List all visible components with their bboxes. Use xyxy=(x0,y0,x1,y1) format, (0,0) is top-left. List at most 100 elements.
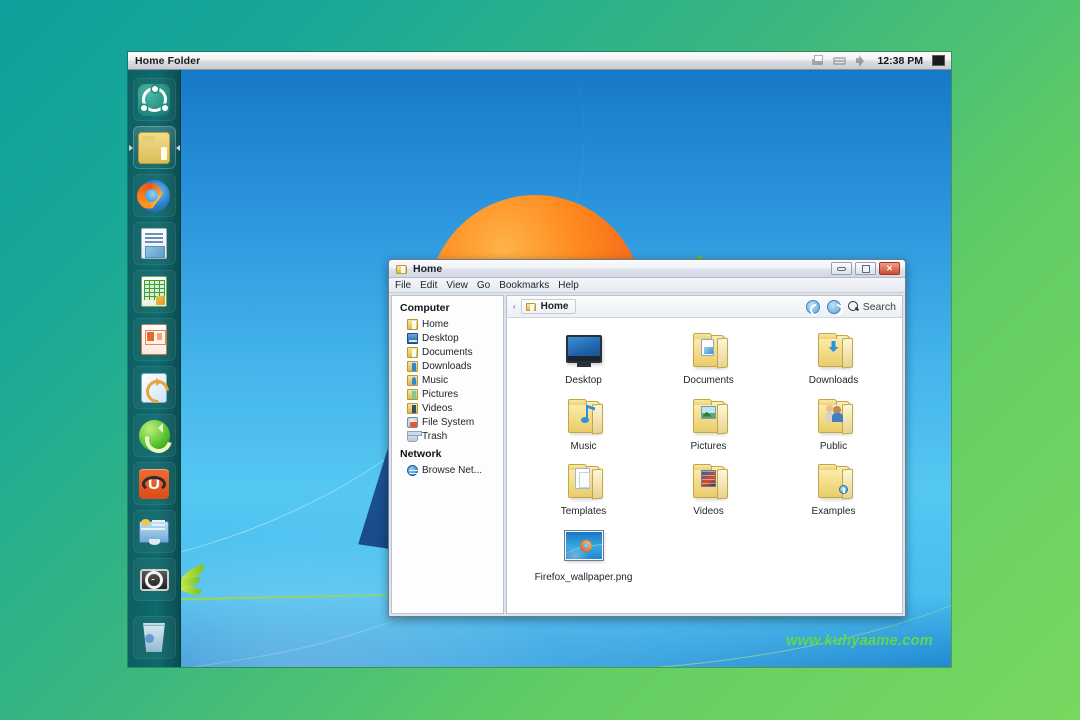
forward-button[interactable] xyxy=(826,299,841,314)
sidebar-item-downloads[interactable]: Downloads xyxy=(392,359,503,373)
file-item-templates[interactable]: Templates xyxy=(521,463,646,518)
maximize-button[interactable] xyxy=(855,262,876,275)
network-icon xyxy=(407,464,418,476)
public-folder-icon xyxy=(812,398,856,438)
clock[interactable]: 12:38 PM xyxy=(877,55,923,67)
file-item-label: Documents xyxy=(683,375,734,386)
unity-launcher-dock xyxy=(128,70,181,667)
file-item-firefox-wallpaper[interactable]: Firefox_wallpaper.png xyxy=(521,529,646,584)
file-view-pane[interactable]: ‹ Home Search Desktop Documents Download… xyxy=(506,295,903,614)
dock-item-software-updater[interactable] xyxy=(132,414,176,457)
menu-go[interactable]: Go xyxy=(477,280,490,291)
menu-view[interactable]: View xyxy=(446,280,468,291)
breadcrumb-prev-arrow[interactable]: ‹ xyxy=(513,302,516,311)
sidebar-item-videos[interactable]: Videos xyxy=(392,401,503,415)
menu-help[interactable]: Help xyxy=(558,280,579,291)
file-item-videos[interactable]: Videos xyxy=(646,463,771,518)
file-item-label: Templates xyxy=(560,506,607,517)
file-item-documents[interactable]: Documents xyxy=(646,332,771,387)
toolbar-right: Search xyxy=(805,299,896,314)
image-thumbnail-icon xyxy=(562,529,609,569)
file-item-label: Pictures xyxy=(690,440,727,452)
sidebar-item-pictures[interactable]: Pictures xyxy=(392,387,503,401)
firefox-icon xyxy=(138,179,170,212)
sidebar-item-documents[interactable]: Documents xyxy=(392,345,503,359)
sidebar-item-label: Documents xyxy=(422,346,473,358)
sidebar-item-label: Downloads xyxy=(422,360,472,372)
dock-item-home-folder[interactable] xyxy=(128,126,180,169)
desktop-screenshot: Home Folder 12:38 PM www.kuhyaame.com Ho xyxy=(128,52,951,667)
file-icon-grid[interactable]: Desktop Documents Downloads Music Pictur… xyxy=(507,318,902,613)
file-system-icon xyxy=(407,416,418,428)
places-sidebar[interactable]: Computer Home Desktop Documents Download… xyxy=(391,295,504,614)
breadcrumb-home[interactable]: Home xyxy=(520,299,577,314)
sidebar-item-label: Desktop xyxy=(422,332,459,344)
desktop-wallpaper[interactable]: www.kuhyaame.com Home ✕ File Edit View G… xyxy=(128,70,951,667)
desktop-monitor-icon xyxy=(562,332,606,372)
file-item-pictures[interactable]: Pictures xyxy=(646,398,771,453)
examples-folder-link-icon xyxy=(812,463,856,503)
menu-edit[interactable]: Edit xyxy=(420,280,437,291)
file-manager-window[interactable]: Home ✕ File Edit View Go Bookmarks Help … xyxy=(388,259,906,617)
pictures-folder-icon xyxy=(407,388,418,400)
window-title: Home xyxy=(413,262,443,275)
home-folder-icon xyxy=(407,318,418,330)
sidebar-item-browse-network[interactable]: Browse Net... xyxy=(392,463,503,477)
menu-bookmarks[interactable]: Bookmarks xyxy=(499,280,549,291)
music-folder-icon xyxy=(407,374,418,386)
sidebar-item-music[interactable]: Music xyxy=(392,373,503,387)
sidebar-item-label: Videos xyxy=(422,402,453,414)
trash-icon xyxy=(407,430,422,442)
folder-icon xyxy=(138,131,170,164)
sidebar-heading-computer: Computer xyxy=(400,302,450,314)
file-item-downloads[interactable]: Downloads xyxy=(771,332,896,387)
dock-item-system-settings[interactable] xyxy=(132,558,176,601)
back-button[interactable] xyxy=(805,299,820,314)
watermark: www.kuhyaame.com xyxy=(786,633,933,649)
file-item-desktop[interactable]: Desktop xyxy=(521,332,646,387)
wallpaper-leaf-icon xyxy=(177,563,218,601)
sidebar-item-file-system[interactable]: File System xyxy=(392,415,503,429)
sync-refresh-icon xyxy=(138,420,170,451)
keyboard-indicator-icon[interactable] xyxy=(833,54,847,67)
dock-item-trash[interactable] xyxy=(132,616,176,659)
volume-icon[interactable] xyxy=(855,54,868,67)
system-tray: 12:38 PM xyxy=(811,54,951,67)
sidebar-item-label: Browse Net... xyxy=(422,464,483,476)
dock-item-libreoffice-impress[interactable] xyxy=(132,318,176,361)
ubuntu-software-icon xyxy=(139,468,169,499)
search-button[interactable]: Search xyxy=(847,301,896,313)
sidebar-item-trash[interactable]: Trash xyxy=(392,429,503,443)
minimize-button[interactable] xyxy=(831,262,852,275)
dock-item-firefox[interactable] xyxy=(132,174,176,217)
impress-presentation-icon xyxy=(141,324,167,355)
file-item-label: Desktop xyxy=(565,375,602,386)
window-titlebar[interactable]: Home ✕ xyxy=(389,260,905,278)
close-button[interactable]: ✕ xyxy=(879,262,900,275)
menu-file[interactable]: File xyxy=(395,280,411,291)
file-item-music[interactable]: Music xyxy=(521,398,646,453)
file-item-label: Public xyxy=(819,440,848,452)
file-item-label: Videos xyxy=(693,506,724,517)
dock-item-displays[interactable] xyxy=(132,510,176,553)
sidebar-item-home[interactable]: Home xyxy=(392,317,503,331)
sidebar-item-desktop[interactable]: Desktop xyxy=(392,331,503,345)
dock-item-libreoffice-calc[interactable] xyxy=(132,270,176,313)
file-item-public[interactable]: Public xyxy=(771,398,896,453)
templates-folder-icon xyxy=(562,463,606,503)
dock-item-ubuntu-dash[interactable] xyxy=(132,78,176,121)
downloads-folder-icon xyxy=(407,360,418,372)
file-item-label: Firefox_wallpaper.png xyxy=(534,571,633,583)
printer-icon[interactable] xyxy=(811,54,824,67)
menubar: File Edit View Go Bookmarks Help xyxy=(389,278,905,293)
file-item-examples[interactable]: Examples xyxy=(771,463,896,518)
file-item-label: Examples xyxy=(811,506,856,517)
dock-item-libreoffice-writer[interactable] xyxy=(132,222,176,265)
system-settings-icon xyxy=(138,564,170,596)
dock-item-help[interactable] xyxy=(132,366,176,409)
display-monitor-icon xyxy=(138,516,170,548)
ubuntu-logo-icon xyxy=(138,83,170,116)
dock-item-ubuntu-software[interactable] xyxy=(132,462,176,505)
writer-document-icon xyxy=(141,228,167,259)
session-indicator-icon[interactable] xyxy=(932,55,945,66)
